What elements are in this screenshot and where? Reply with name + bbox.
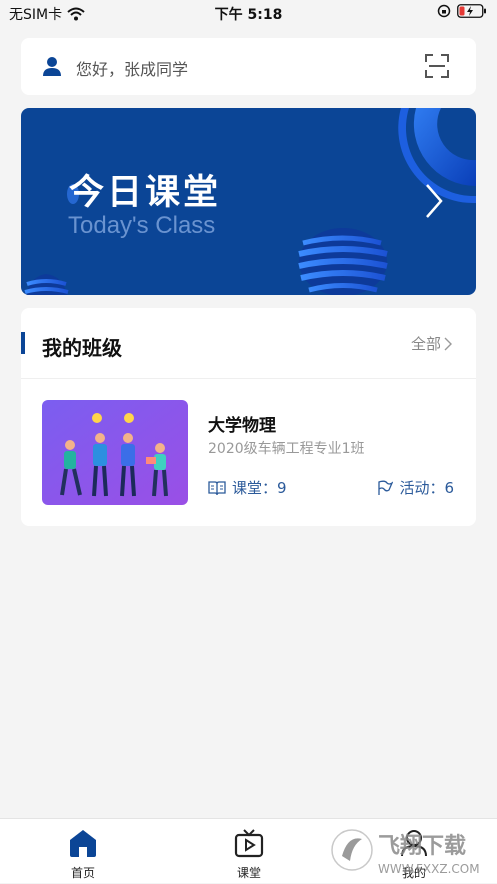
battery-icon [457, 4, 486, 18]
view-all-link[interactable]: 全部 [411, 333, 452, 354]
activities-count: 活动：6 [377, 477, 454, 498]
lessons-label: 课堂：9 [232, 479, 287, 497]
watermark: 飞翔下载 WWW.FXXZ.COM [330, 823, 490, 879]
scan-icon[interactable] [425, 54, 449, 78]
tab-home-label: 首页 [70, 866, 95, 880]
home-icon [70, 830, 96, 857]
flag-icon [378, 480, 394, 495]
view-all-label: 全部 [410, 335, 441, 353]
greeting-card[interactable]: 您好，张成同学 [21, 38, 476, 95]
chevron-right-icon [444, 337, 452, 350]
tab-classroom-label: 课堂 [236, 866, 261, 880]
user-icon [43, 57, 61, 76]
my-classes-card: 我的班级 全部 大学物理 2020级车辆工程专业1班 课堂：9 活动：6 [21, 308, 476, 526]
my-classes-header: 我的班级 全部 [21, 308, 476, 379]
section-accent-bar [21, 332, 25, 354]
todays-class-banner[interactable]: 今日课堂 Today's Class [21, 108, 476, 295]
watermark-url: WWW.FXXZ.COM [378, 862, 480, 876]
class-thumbnail [42, 400, 188, 505]
watermark-title: 飞翔下载 [378, 833, 466, 859]
rotation-lock-icon [437, 4, 451, 18]
banner-subtitle: Today's Class [68, 212, 216, 239]
tab-classroom[interactable]: 课堂 [166, 819, 332, 884]
banner-title: 今日课堂 [69, 173, 222, 213]
chevron-right-icon[interactable] [424, 183, 444, 219]
status-right [437, 4, 487, 18]
status-bar: 无SIM卡 下午 5:18 [0, 0, 497, 26]
section-title: 我的班级 [42, 336, 122, 360]
class-name: 2020级车辆工程专业1班 [208, 441, 365, 457]
video-tv-icon [234, 829, 264, 858]
book-icon [208, 480, 226, 495]
class-list-item[interactable]: 大学物理 2020级车辆工程专业1班 课堂：9 活动：6 [21, 379, 476, 526]
lessons-count: 课堂：9 [208, 477, 287, 498]
greeting-text: 您好，张成同学 [76, 60, 189, 79]
tab-home[interactable]: 首页 [0, 819, 166, 884]
activities-label: 活动：6 [399, 479, 454, 497]
clock: 下午 5:18 [214, 7, 283, 23]
course-name: 大学物理 [208, 416, 276, 436]
